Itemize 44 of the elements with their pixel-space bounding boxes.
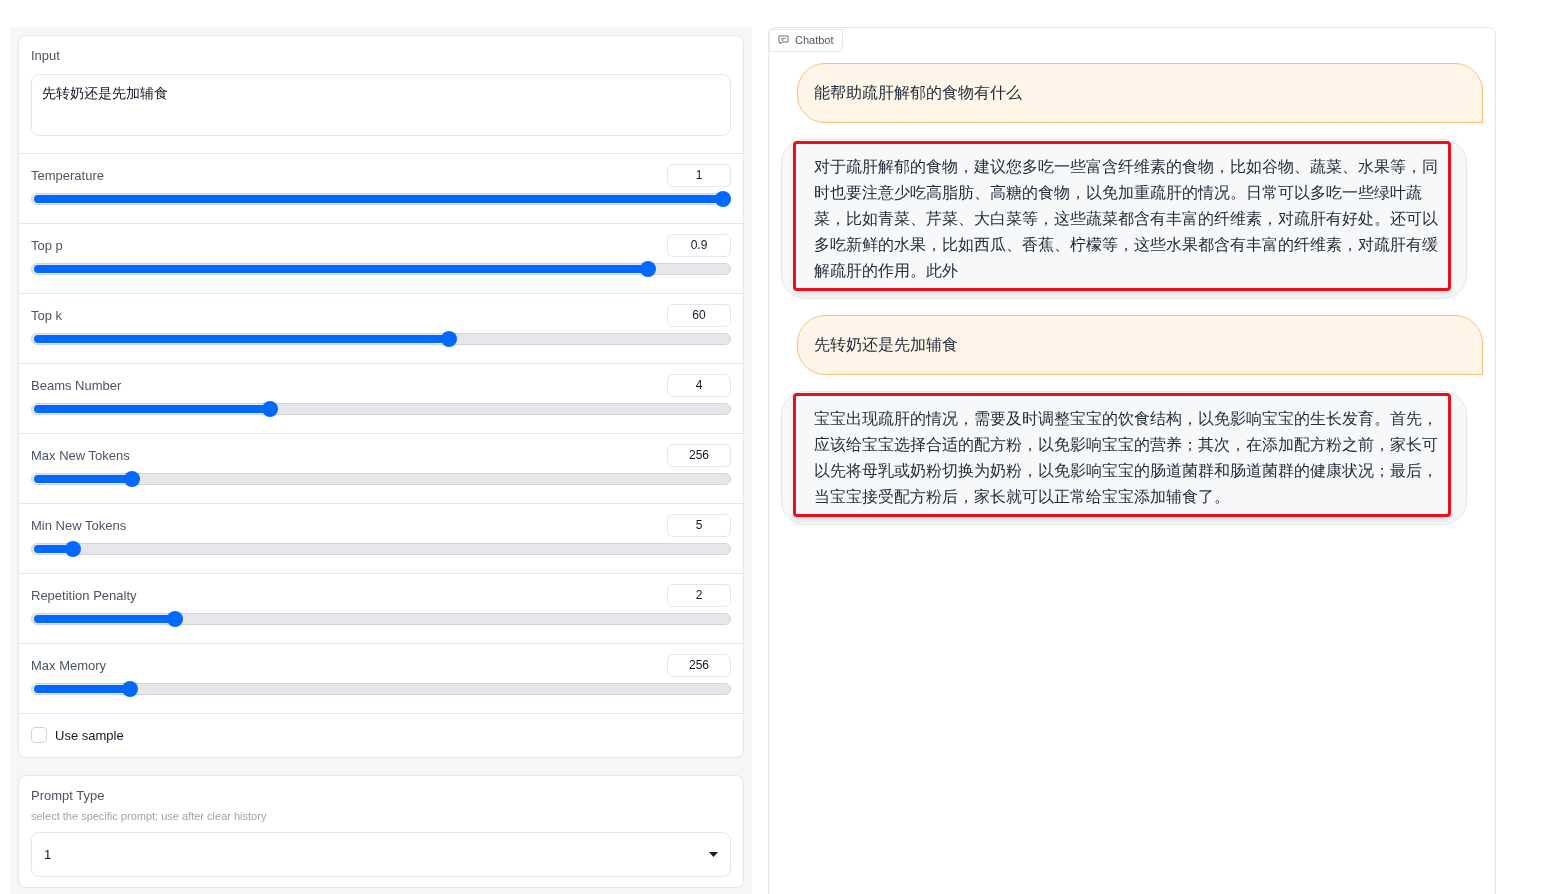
slider-thumb[interactable] — [167, 610, 184, 627]
slider-track[interactable] — [31, 682, 731, 695]
number-field[interactable]: 60 — [667, 303, 731, 327]
slider-thumb[interactable] — [65, 540, 82, 557]
number-field[interactable]: 5 — [667, 513, 731, 537]
slider-track[interactable] — [31, 402, 731, 415]
slider-thumb[interactable] — [261, 400, 278, 417]
prompt-label: Prompt Type — [31, 787, 106, 805]
slider-label: Top p — [31, 236, 63, 255]
slider-label: Repetition Penalty — [31, 586, 137, 605]
slider-thumb[interactable] — [441, 330, 458, 347]
number-field[interactable]: 1 — [667, 163, 731, 187]
chat-icon — [778, 35, 789, 45]
slider-label: Beams Number — [31, 376, 122, 395]
slider-track[interactable] — [31, 262, 731, 275]
user-message: 先转奶还是先加辅食 — [797, 315, 1483, 375]
bot-message: 对于疏肝解郁的食物，建议您多吃一些富含纤维素的食物，比如谷物、蔬菜、水果等，同时也要注意少吃高脂肪、高糖的食物，以免加重疏肝的情况。日常可以多吃一些绿叶蔬菜，比如青菜、芹菜、大白菜等，这些蔬菜都含有丰富的纤维素，对疏肝有好处。还可以多吃新鲜的水果，比如西瓜、香蕉、柠檬等，这些水果都含有丰富的纤维素，对疏肝有缓解疏肝的作用。此外 — [781, 139, 1467, 299]
slider-thumb[interactable] — [124, 470, 140, 487]
caret-icon — [709, 852, 718, 857]
prompt-hint: select the specific prompt; use after clear history — [31, 808, 268, 824]
number-field[interactable]: 256 — [667, 443, 731, 467]
slider-label: Top k — [31, 306, 63, 325]
slider-track[interactable] — [31, 332, 731, 345]
slider-thumb[interactable] — [639, 260, 656, 277]
input-field[interactable]: 先转奶还是先加辅食 — [31, 73, 731, 136]
number-field[interactable]: 0.9 — [667, 233, 731, 257]
number-field[interactable]: 256 — [667, 653, 731, 677]
slider-thumb[interactable] — [121, 680, 138, 697]
slider-track[interactable] — [31, 612, 731, 625]
slider-label: Temperature — [31, 166, 104, 185]
checkbox-label: Use sample — [55, 726, 124, 745]
number-field[interactable]: 2 — [667, 583, 731, 607]
slider-track[interactable] — [31, 472, 731, 485]
prompt-dropdown[interactable]: 1 — [31, 832, 731, 877]
checkbox[interactable] — [31, 727, 47, 744]
slider-label: Max New Tokens — [31, 446, 130, 465]
bot-message: 宝宝出现疏肝的情况，需要及时调整宝宝的饮食结构，以免影响宝宝的生长发育。首先，应该给宝宝选择合适的配方粉，以免影响宝宝的营养；其次，在添加配方粉之前，家长可以先将母乳或奶粉切换为奶粉，以免影响宝宝的肠道菌群和肠道菌群的健康状况；最后，当宝宝接受配方粉后，家长就可以正常给宝宝添加辅食了。 — [781, 391, 1467, 525]
slider-track[interactable] — [31, 542, 731, 555]
user-message: 能帮助疏肝解郁的食物有什么 — [797, 63, 1483, 123]
number-field[interactable]: 4 — [667, 373, 731, 397]
slider-thumb[interactable] — [715, 190, 731, 207]
slider-label: Min New Tokens — [31, 516, 127, 535]
slider-label: Max Memory — [31, 656, 107, 675]
input-label: Input — [31, 47, 61, 65]
